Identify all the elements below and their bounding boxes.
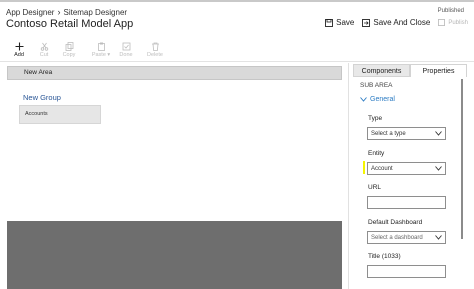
chevron-down-icon: [435, 166, 442, 171]
breadcrumb-sitemap-designer: Sitemap Designer: [63, 7, 128, 17]
app-header: App Designer › Sitemap Designer Contoso …: [0, 2, 474, 36]
area-label: New Area: [24, 69, 53, 76]
paste-label: Paste ▾: [88, 52, 114, 58]
copy-label: Copy: [62, 52, 76, 58]
cut-label: Cut: [39, 52, 49, 58]
plus-icon: [15, 42, 23, 51]
save-label: Save: [336, 18, 355, 27]
publish-button[interactable]: Publish: [438, 19, 468, 26]
paste-text: Paste: [91, 52, 106, 58]
entity-highlight-marker: [363, 161, 365, 174]
done-label: Done: [119, 52, 133, 58]
tab-components[interactable]: Components: [353, 64, 410, 77]
entity-select[interactable]: Account: [367, 162, 446, 175]
paste-icon: [97, 42, 105, 51]
entity-value: Account: [371, 166, 393, 172]
toolbar: Add Cut Copy Paste ▾ Done Delete: [0, 38, 474, 62]
publish-label: Publish: [448, 19, 468, 26]
publish-icon: [438, 19, 446, 26]
save-and-close-button[interactable]: Save And Close: [362, 18, 430, 27]
panel-scrollbar[interactable]: [461, 79, 463, 239]
group-label[interactable]: New Group: [23, 93, 61, 102]
scissors-icon: [40, 42, 48, 51]
url-input[interactable]: [367, 196, 446, 209]
add-button[interactable]: Add: [8, 41, 30, 58]
cut-button[interactable]: Cut: [33, 41, 55, 58]
save-and-close-label: Save And Close: [373, 18, 431, 27]
chevron-down-icon: [435, 131, 442, 136]
status-badge: Published: [437, 8, 464, 14]
entity-label: Entity: [368, 150, 385, 157]
checkmark-icon: [122, 42, 130, 51]
copy-button[interactable]: Copy: [58, 41, 80, 58]
type-select[interactable]: Select a type: [367, 127, 446, 140]
paste-button[interactable]: Paste ▾: [88, 41, 114, 58]
subarea-tile[interactable]: Accounts: [19, 105, 101, 124]
save-button[interactable]: Save: [325, 18, 354, 27]
save-close-icon: [362, 18, 371, 27]
default-dashboard-value: Select a dashboard: [371, 235, 423, 241]
general-label: General: [370, 96, 395, 103]
type-label: Type: [368, 115, 383, 122]
breadcrumb: App Designer › Sitemap Designer: [6, 7, 127, 17]
copy-icon: [65, 42, 73, 51]
delete-button[interactable]: Delete: [144, 41, 166, 58]
area-tile[interactable]: New Area: [7, 66, 342, 80]
add-label: Add: [14, 52, 24, 58]
section-title: SUB AREA: [360, 82, 393, 89]
page-title: Contoso Retail Model App: [6, 18, 134, 30]
type-value: Select a type: [371, 131, 406, 137]
title-label: Title (1033): [368, 253, 401, 260]
canvas-overlay-region: [7, 221, 342, 289]
save-icon: [325, 18, 334, 27]
chevron-down-icon: [360, 97, 367, 102]
trash-icon: [151, 42, 159, 51]
properties-panel: Components Properties SUB AREA General T…: [350, 63, 474, 289]
title-input[interactable]: [367, 265, 446, 278]
chevron-down-icon: [435, 235, 442, 240]
breadcrumb-app-designer[interactable]: App Designer: [6, 8, 54, 17]
default-dashboard-select[interactable]: Select a dashboard: [367, 231, 446, 244]
default-dashboard-label: Default Dashboard: [368, 219, 423, 226]
sitemap-canvas: New Area New Group Accounts: [0, 63, 349, 289]
chevron-down-icon: ▾: [107, 52, 111, 58]
url-label: URL: [368, 184, 382, 191]
general-section-toggle[interactable]: General: [360, 96, 395, 103]
tab-properties[interactable]: Properties: [410, 64, 467, 77]
done-button[interactable]: Done: [115, 41, 137, 58]
chevron-right-icon: ›: [57, 7, 61, 17]
delete-label: Delete: [147, 52, 163, 58]
panel-tabs: Components Properties: [353, 64, 467, 77]
subarea-label: Accounts: [25, 111, 48, 117]
header-actions: Save Save And Close Publish: [317, 18, 468, 27]
